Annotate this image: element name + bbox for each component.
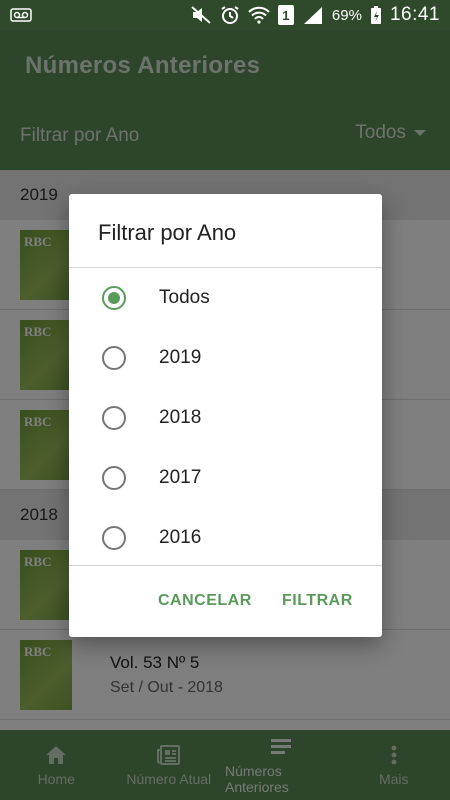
dialog-divider-bottom [69, 565, 382, 566]
status-bar: 1 69% 16:41 [0, 0, 450, 30]
radio-checked-icon[interactable] [102, 286, 126, 310]
dialog-title: Filtrar por Ano [98, 220, 237, 245]
cancel-button[interactable]: CANCELAR [158, 592, 252, 610]
option-label: 2017 [159, 467, 202, 488]
filter-button[interactable]: FILTRAR [282, 592, 353, 610]
radio-unchecked-icon[interactable] [102, 406, 126, 430]
battery-charging-icon [370, 5, 382, 25]
option-todos[interactable]: Todos [69, 268, 382, 328]
radio-unchecked-icon[interactable] [102, 346, 126, 370]
radio-unchecked-icon[interactable] [102, 526, 126, 550]
radio-unchecked-icon[interactable] [102, 466, 126, 490]
mute-icon [190, 6, 212, 24]
clock: 16:41 [389, 4, 440, 25]
wifi-icon [248, 6, 270, 24]
option-label: 2018 [159, 407, 202, 428]
option-label: Todos [159, 287, 210, 308]
option-2017[interactable]: 2017 [69, 448, 382, 508]
alarm-icon [220, 5, 240, 25]
option-2016[interactable]: 2016 [69, 508, 382, 568]
sim-slot-icon: 1 [277, 5, 294, 25]
filter-year-dialog: Filtrar por Ano Todos 2019 2018 2017 201… [69, 194, 382, 637]
option-2019[interactable]: 2019 [69, 328, 382, 388]
signal-icon [302, 6, 324, 24]
option-2018[interactable]: 2018 [69, 388, 382, 448]
voicemail-icon [10, 8, 32, 22]
option-label: 2019 [159, 347, 202, 368]
battery-percent: 69% [331, 6, 362, 24]
option-label: 2016 [159, 527, 202, 548]
